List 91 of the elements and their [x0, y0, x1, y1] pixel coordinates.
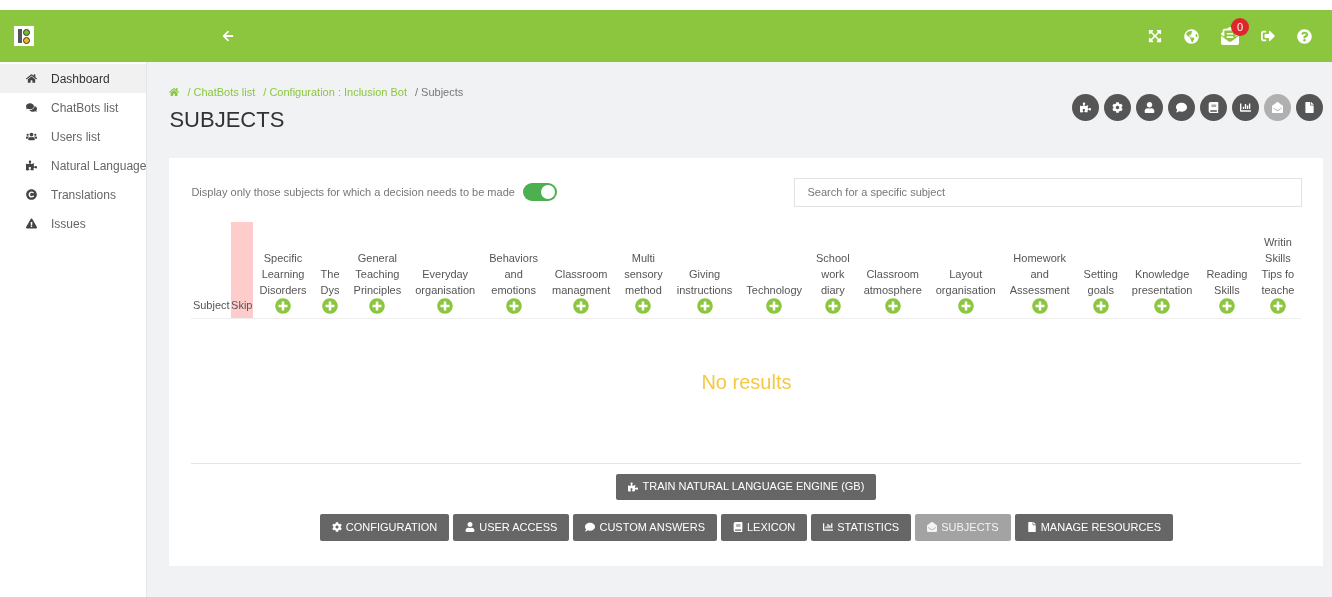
toggle-switch[interactable] — [522, 183, 557, 201]
toolbar-button[interactable] — [1072, 94, 1100, 121]
add-button[interactable] — [957, 297, 974, 314]
add-button[interactable] — [275, 297, 292, 314]
add-button[interactable] — [1092, 297, 1109, 314]
nav-button[interactable]: CONFIGURATION — [319, 513, 450, 541]
column-header: General Teaching Principles — [353, 250, 402, 298]
add-button[interactable] — [505, 297, 522, 314]
help-icon[interactable] — [1297, 28, 1312, 44]
toolbar-button[interactable] — [1232, 94, 1260, 121]
add-button[interactable] — [824, 297, 841, 314]
column-header: Knowledge presentation — [1131, 266, 1193, 298]
column-header: Behaviors and emotions — [489, 250, 539, 298]
column-header: Setting goals — [1083, 266, 1118, 298]
speech-bubble-icon — [1176, 102, 1188, 113]
toolbar-button[interactable] — [1104, 94, 1132, 121]
bar-chart-icon — [823, 522, 834, 532]
column-header: The Dys — [320, 266, 340, 298]
sidebar-item[interactable]: Users list — [0, 122, 147, 151]
column-header: Homework and Assessment — [1009, 250, 1070, 298]
add-button[interactable] — [696, 297, 713, 314]
column-header: Giving instructions — [676, 266, 733, 298]
column-header: Specific Learning Disorders — [259, 250, 307, 298]
train-button[interactable]: TRAIN NATURAL LANGUAGE ENGINE (GB) — [616, 473, 877, 500]
add-button[interactable] — [573, 297, 590, 314]
column-header: Classroom atmosphere — [863, 266, 922, 298]
column-header: Subject — [191, 298, 231, 313]
notification-badge: 0 — [1231, 18, 1249, 36]
users-icon — [26, 131, 37, 142]
user-icon — [465, 522, 476, 532]
toolbar-button[interactable] — [1168, 94, 1196, 121]
sidebar-item[interactable]: ChatBots list — [0, 93, 147, 122]
column-header: Reading Skills — [1206, 266, 1248, 298]
toolbar-button[interactable] — [1200, 94, 1228, 121]
column-header: School work diary — [816, 250, 850, 298]
sidebar-item[interactable]: Dashboard — [0, 64, 147, 93]
warning-icon — [26, 218, 37, 229]
column-header: Layout organisation — [935, 266, 996, 298]
home-icon — [26, 73, 37, 84]
toolbar-button[interactable] — [1136, 94, 1164, 121]
back-arrow-icon[interactable] — [222, 30, 234, 42]
nav-button[interactable]: MANAGE RESOURCES — [1014, 513, 1174, 541]
puzzle-icon — [1080, 102, 1092, 113]
column-header: Technology — [746, 282, 802, 298]
nav-button[interactable]: CUSTOM ANSWERS — [573, 513, 717, 541]
user-icon — [1144, 102, 1156, 113]
globe-icon[interactable] — [1184, 28, 1199, 44]
add-button[interactable] — [437, 297, 454, 314]
page-title: SUBJECTS — [169, 105, 286, 134]
add-button[interactable] — [766, 297, 783, 314]
settings-icon — [331, 522, 342, 532]
filter-label: Display only those subjects for which a decision needs to be made — [191, 184, 515, 200]
book-icon — [733, 522, 743, 532]
add-button[interactable] — [1031, 297, 1048, 314]
nav-button[interactable]: LEXICON — [721, 513, 808, 541]
sidebar-item[interactable]: Natural Language — [0, 151, 147, 180]
column-header: Multi sensory method — [624, 250, 663, 298]
nav-button[interactable]: USER ACCESS — [453, 513, 570, 541]
column-header: Everyday organisation — [415, 266, 476, 298]
document-icon — [1304, 102, 1316, 113]
logout-icon[interactable] — [1261, 29, 1275, 43]
puzzle-icon — [26, 160, 37, 171]
home-icon[interactable] — [169, 87, 180, 98]
sidebar-item[interactable]: Translations — [0, 180, 147, 209]
add-button[interactable] — [635, 297, 652, 314]
skip-column-header: Skip — [231, 221, 253, 318]
toolbar-button[interactable] — [1296, 94, 1324, 121]
book-icon — [1208, 102, 1220, 113]
bar-chart-icon — [1240, 102, 1252, 113]
sidebar-item[interactable]: Issues — [0, 209, 147, 238]
add-button[interactable] — [1218, 297, 1235, 314]
envelope-icon — [1272, 102, 1284, 113]
settings-icon — [1112, 102, 1124, 113]
app-logo-icon[interactable] — [14, 26, 34, 46]
add-button[interactable] — [1269, 297, 1286, 314]
add-button[interactable] — [1154, 297, 1171, 314]
document-icon — [1026, 522, 1037, 532]
search-field[interactable]: Search for a specific subject — [794, 177, 1303, 207]
column-header: Classroom managment — [552, 266, 611, 298]
speech-bubble-icon — [585, 522, 596, 532]
add-button[interactable] — [884, 297, 901, 314]
envelope-icon — [927, 522, 938, 532]
empty-message: No results — [701, 369, 792, 395]
nav-button[interactable]: STATISTICS — [811, 513, 912, 541]
puzzle-icon — [628, 481, 639, 492]
chat-bubbles-icon — [26, 102, 37, 113]
fullscreen-icon[interactable] — [1148, 29, 1162, 43]
add-button[interactable] — [322, 297, 339, 314]
add-button[interactable] — [369, 297, 386, 314]
column-header: Writin Skills Tips fo teache — [1261, 234, 1295, 298]
copyright-icon — [26, 189, 37, 200]
